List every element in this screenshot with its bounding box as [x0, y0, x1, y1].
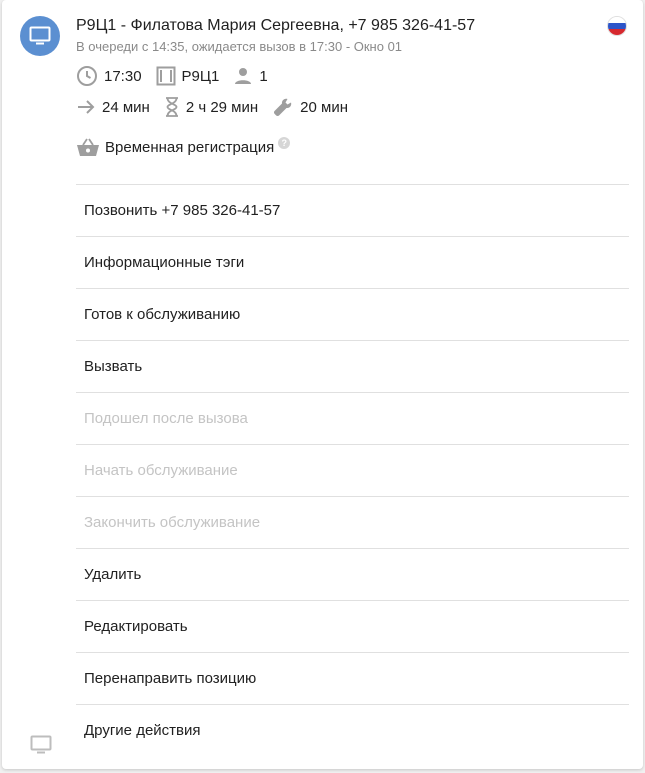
- redirect-position-button[interactable]: Перенаправить позицию: [76, 652, 629, 704]
- persons-info: 1: [233, 66, 268, 86]
- ticket-info: Р9Ц1: [156, 66, 220, 86]
- meta-row-2: 24 мин 2 ч 29 мин 20 мин: [76, 96, 362, 118]
- call-phone-button[interactable]: Позвонить +7 985 326-41-57: [76, 184, 629, 236]
- arrow-right-icon: [78, 100, 95, 114]
- clock-icon: [77, 66, 97, 86]
- ticket-number: Р9Ц1: [181, 67, 220, 85]
- start-service-button: Начать обслуживание: [76, 444, 629, 496]
- ready-for-service-button[interactable]: Готов к обслуживанию: [76, 288, 629, 340]
- call-button[interactable]: Вызвать: [76, 340, 629, 392]
- wrench-icon: [274, 98, 292, 117]
- avatar: [20, 16, 60, 56]
- edit-button[interactable]: Редактировать: [76, 600, 629, 652]
- registration-label: Временная регистрация: [105, 138, 275, 156]
- help-icon[interactable]: ?: [278, 137, 291, 149]
- info-tags-button[interactable]: Информационные тэги: [76, 236, 629, 288]
- actions-menu: Позвонить +7 985 326-41-57 Информационны…: [76, 184, 629, 756]
- person-icon: [235, 68, 252, 84]
- monitor-icon: [30, 735, 52, 754]
- wait-info: 24 мин: [76, 97, 150, 117]
- monitor-icon: [29, 26, 51, 45]
- call-time: 17:30: [104, 67, 142, 85]
- other-actions-button[interactable]: Другие действия: [76, 704, 629, 756]
- hourglass-icon: [165, 97, 178, 117]
- finish-service-button: Закончить обслуживание: [76, 496, 629, 548]
- remaining-time: 2 ч 29 мин: [185, 98, 259, 116]
- arrived-after-call-button: Подошел после вызова: [76, 392, 629, 444]
- basket-icon: [77, 138, 99, 156]
- ticket-icon: [156, 66, 176, 86]
- service-info: 20 мин: [272, 96, 348, 118]
- time-info: 17:30: [76, 65, 142, 87]
- wait-time: 24 мин: [102, 98, 150, 116]
- queue-status-text: В очереди с 14:35, ожидается вызов в 17:…: [76, 39, 403, 54]
- remaining-info: 2 ч 29 мин: [164, 96, 258, 118]
- registration-row: Временная регистрация ?: [76, 136, 291, 158]
- delete-button[interactable]: Удалить: [76, 548, 629, 600]
- russia-flag-icon: [607, 16, 627, 36]
- page-title: Р9Ц1 - Филатова Мария Сергеевна, +7 985 …: [76, 17, 476, 34]
- persons-count: 1: [259, 67, 268, 85]
- service-time: 20 мин: [300, 98, 348, 116]
- queue-item-card: Р9Ц1 - Филатова Мария Сергеевна, +7 985 …: [2, 0, 643, 769]
- meta-row-1: 17:30 Р9Ц1 1: [76, 65, 282, 87]
